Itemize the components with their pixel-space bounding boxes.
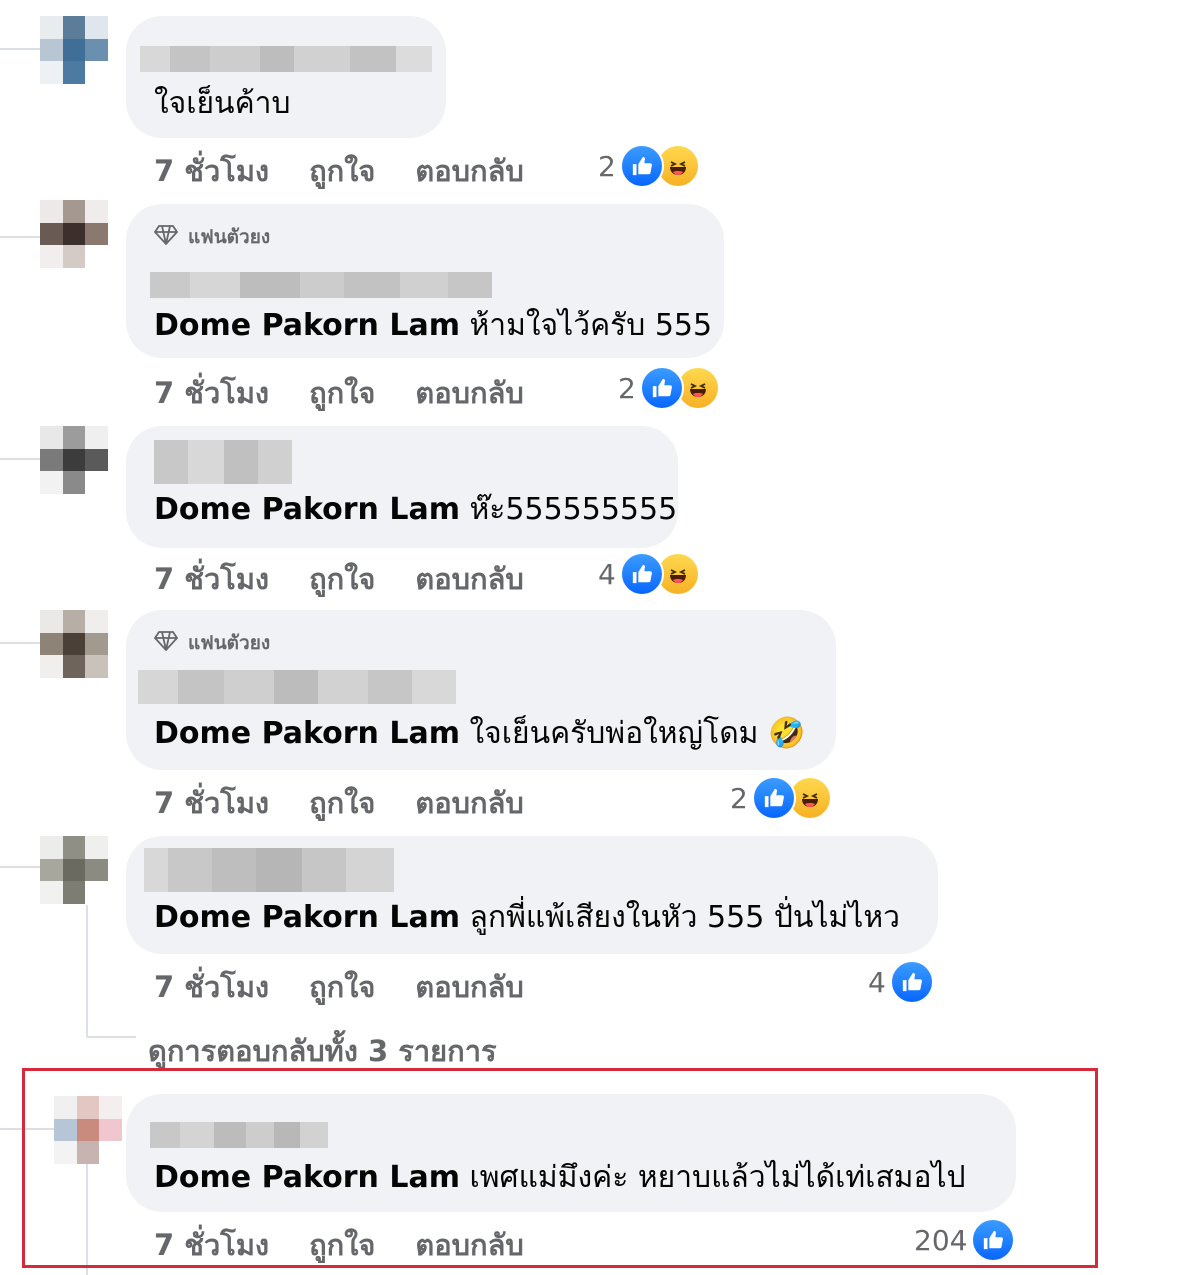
blurred-author-name bbox=[138, 670, 456, 704]
reaction-count: 4 bbox=[598, 557, 616, 591]
rofl-emoji: 🤣 bbox=[768, 716, 806, 751]
timestamp-link[interactable]: 7 ชั่วโมง bbox=[154, 370, 269, 416]
avatar[interactable] bbox=[40, 200, 108, 268]
reaction-summary[interactable]: 2 bbox=[730, 776, 832, 820]
thread-line bbox=[0, 866, 40, 868]
reaction-count: 2 bbox=[598, 149, 616, 183]
comment-text: Dome Pakorn Lam ลูกพี่แพ้เสียงในหัว 555 … bbox=[154, 900, 900, 935]
thread-line bbox=[0, 48, 40, 50]
mention-tag[interactable]: Dome Pakorn Lam bbox=[154, 716, 460, 751]
comment-text: Dome Pakorn Lam ห้ามใจไว้ครับ 555 bbox=[154, 308, 713, 343]
like-button[interactable]: ถูกใจ bbox=[309, 1222, 375, 1268]
blurred-author-name bbox=[144, 848, 394, 892]
thread-line bbox=[86, 905, 88, 1037]
thread-line bbox=[86, 1036, 136, 1038]
avatar[interactable] bbox=[40, 16, 108, 84]
reaction-summary[interactable]: 2 bbox=[618, 366, 720, 410]
reaction-summary[interactable]: 2 bbox=[598, 144, 700, 188]
like-icon bbox=[889, 960, 934, 1004]
reaction-count: 4 bbox=[868, 965, 886, 999]
mention-tag[interactable]: Dome Pakorn Lam bbox=[154, 492, 460, 527]
comment-text: Dome Pakorn Lam ห๊ะ555555555 bbox=[154, 492, 678, 527]
like-icon bbox=[751, 776, 796, 820]
like-icon bbox=[619, 144, 664, 188]
blurred-author-name bbox=[150, 272, 492, 298]
blurred-author-name bbox=[150, 1122, 328, 1148]
thread-line bbox=[0, 458, 40, 460]
like-button[interactable]: ถูกใจ bbox=[309, 964, 375, 1010]
timestamp-link[interactable]: 7 ชั่วโมง bbox=[154, 1222, 269, 1268]
reply-button[interactable]: ตอบกลับ bbox=[415, 370, 523, 416]
comment-actions: 7 ชั่วโมง ถูกใจ ตอบกลับ bbox=[154, 556, 524, 602]
reaction-count: 2 bbox=[730, 781, 748, 815]
diamond-icon bbox=[153, 224, 179, 250]
like-icon bbox=[639, 366, 684, 410]
comment-actions: 7 ชั่วโมง ถูกใจ ตอบกลับ bbox=[154, 148, 524, 194]
comment-actions: 7 ชั่วโมง ถูกใจ ตอบกลับ bbox=[154, 780, 524, 826]
comment-actions: 7 ชั่วโมง ถูกใจ ตอบกลับ bbox=[154, 1222, 524, 1268]
timestamp-link[interactable]: 7 ชั่วโมง bbox=[154, 780, 269, 826]
comment-actions: 7 ชั่วโมง ถูกใจ ตอบกลับ bbox=[154, 370, 524, 416]
like-button[interactable]: ถูกใจ bbox=[309, 780, 375, 826]
diamond-icon bbox=[153, 630, 179, 656]
reaction-count: 2 bbox=[618, 371, 636, 405]
mention-tag[interactable]: Dome Pakorn Lam bbox=[154, 308, 460, 343]
comment-actions: 7 ชั่วโมง ถูกใจ ตอบกลับ bbox=[154, 964, 524, 1010]
reply-button[interactable]: ตอบกลับ bbox=[415, 1222, 523, 1268]
like-icon bbox=[619, 552, 664, 596]
avatar[interactable] bbox=[40, 836, 108, 904]
avatar[interactable] bbox=[54, 1096, 122, 1164]
avatar[interactable] bbox=[40, 426, 108, 494]
timestamp-link[interactable]: 7 ชั่วโมง bbox=[154, 148, 269, 194]
reaction-count: 204 bbox=[914, 1223, 968, 1257]
blurred-author-name bbox=[140, 46, 432, 72]
thread-line bbox=[0, 642, 40, 644]
mention-tag[interactable]: Dome Pakorn Lam bbox=[154, 1160, 460, 1195]
thread-line bbox=[0, 236, 40, 238]
like-icon bbox=[971, 1218, 1016, 1262]
mention-tag[interactable]: Dome Pakorn Lam bbox=[154, 900, 460, 935]
reply-button[interactable]: ตอบกลับ bbox=[415, 964, 523, 1010]
like-button[interactable]: ถูกใจ bbox=[309, 556, 375, 602]
like-button[interactable]: ถูกใจ bbox=[309, 148, 375, 194]
like-button[interactable]: ถูกใจ bbox=[309, 370, 375, 416]
reaction-summary[interactable]: 4 bbox=[598, 552, 700, 596]
top-fan-badge: แฟนตัวยง bbox=[153, 222, 270, 252]
top-fan-badge: แฟนตัวยง bbox=[153, 628, 270, 658]
reaction-summary[interactable]: 204 bbox=[914, 1218, 1016, 1262]
avatar[interactable] bbox=[40, 610, 108, 678]
comment-text: Dome Pakorn Lam เพศแม่มึงค่ะ หยาบแล้วไม่… bbox=[154, 1160, 966, 1195]
reply-button[interactable]: ตอบกลับ bbox=[415, 148, 523, 194]
comment-text: Dome Pakorn Lam ใจเย็นครับพ่อใหญ่โดม 🤣 bbox=[154, 716, 806, 751]
reply-button[interactable]: ตอบกลับ bbox=[415, 780, 523, 826]
timestamp-link[interactable]: 7 ชั่วโมง bbox=[154, 964, 269, 1010]
blurred-author-name bbox=[154, 440, 292, 484]
reaction-summary[interactable]: 4 bbox=[868, 960, 934, 1004]
timestamp-link[interactable]: 7 ชั่วโมง bbox=[154, 556, 269, 602]
reply-button[interactable]: ตอบกลับ bbox=[415, 556, 523, 602]
comment-text: ใจเย็นค้าบ bbox=[154, 86, 291, 121]
